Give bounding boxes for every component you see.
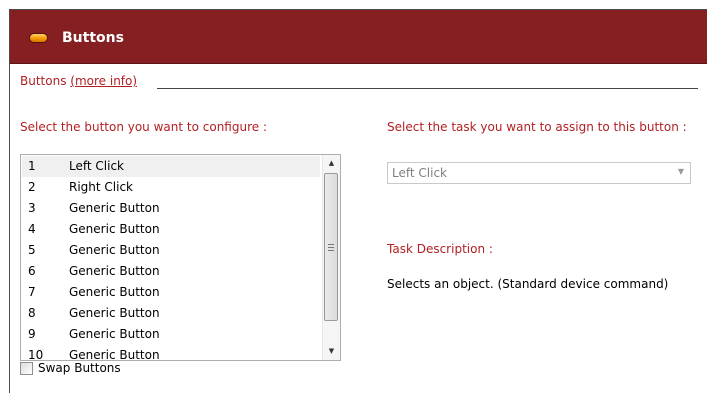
list-item-number: 5 (28, 243, 36, 257)
scroll-thumb[interactable] (324, 173, 338, 321)
list-item-label: Generic Button (69, 222, 160, 236)
list-item-label: Generic Button (69, 201, 160, 215)
list-item-label: Generic Button (69, 327, 160, 341)
scroll-up-arrow-icon[interactable]: ▲ (323, 155, 340, 172)
swap-buttons-label: Swap Buttons (38, 361, 121, 375)
list-item-number: 6 (28, 264, 36, 278)
task-description-text: Selects an object. (Standard device comm… (387, 277, 669, 291)
section-divider (157, 88, 698, 89)
list-item-number: 1 (28, 159, 36, 173)
list-item-label: Right Click (69, 180, 134, 194)
swap-buttons-checkbox[interactable] (20, 362, 33, 375)
list-item-label: Generic Button (69, 306, 160, 320)
list-item[interactable]: 4 Generic Button (22, 219, 320, 240)
list-item[interactable]: 1 Left Click (22, 156, 320, 177)
list-item-label: Generic Button (69, 285, 160, 299)
panel-header: Buttons (10, 10, 707, 64)
list-item-number: 3 (28, 201, 36, 215)
task-select-prompt: Select the task you want to assign to th… (387, 120, 687, 134)
scroll-down-arrow-icon[interactable]: ▼ (323, 343, 340, 360)
list-item-number: 4 (28, 222, 36, 236)
button-list: 1 Left Click 2 Right Click 3 Generic Button 4 G… (22, 156, 320, 359)
list-item[interactable]: 9 Generic Button (22, 324, 320, 345)
task-description-label: Task Description : (387, 242, 493, 256)
panel-title: Buttons (62, 30, 124, 46)
list-item-label: Generic Button (69, 264, 160, 278)
listbox-scrollbar[interactable]: ▲ ▼ (322, 155, 340, 360)
chevron-down-icon[interactable]: ▼ (678, 167, 684, 176)
list-item[interactable]: 8 Generic Button (22, 303, 320, 324)
list-item[interactable]: 2 Right Click (22, 177, 320, 198)
list-item-number: 2 (28, 180, 36, 194)
list-item-label: Generic Button (69, 348, 160, 359)
grip-icon (328, 244, 334, 251)
list-item-number: 9 (28, 327, 36, 341)
section-title: Buttons (more info) (20, 74, 137, 88)
orange-pill-icon (30, 34, 47, 42)
button-select-prompt: Select the button you want to configure … (20, 120, 267, 134)
list-item-number: 10 (28, 348, 44, 359)
list-item[interactable]: 5 Generic Button (22, 240, 320, 261)
task-select[interactable]: Left Click ▼ (387, 162, 691, 184)
list-item[interactable]: 7 Generic Button (22, 282, 320, 303)
list-item[interactable]: 6 Generic Button (22, 261, 320, 282)
list-item[interactable]: 3 Generic Button (22, 198, 320, 219)
list-item-label: Generic Button (69, 243, 160, 257)
list-item[interactable]: 10 Generic Button (22, 345, 320, 359)
button-listbox[interactable]: 1 Left Click 2 Right Click 3 Generic Button 4 G… (20, 154, 341, 361)
section-title-text: Buttons (20, 74, 67, 88)
more-info-link[interactable]: (more info) (70, 74, 137, 88)
task-select-value: Left Click (392, 166, 447, 180)
list-item-number: 7 (28, 285, 36, 299)
list-item-label: Left Click (69, 159, 124, 173)
list-item-number: 8 (28, 306, 36, 320)
